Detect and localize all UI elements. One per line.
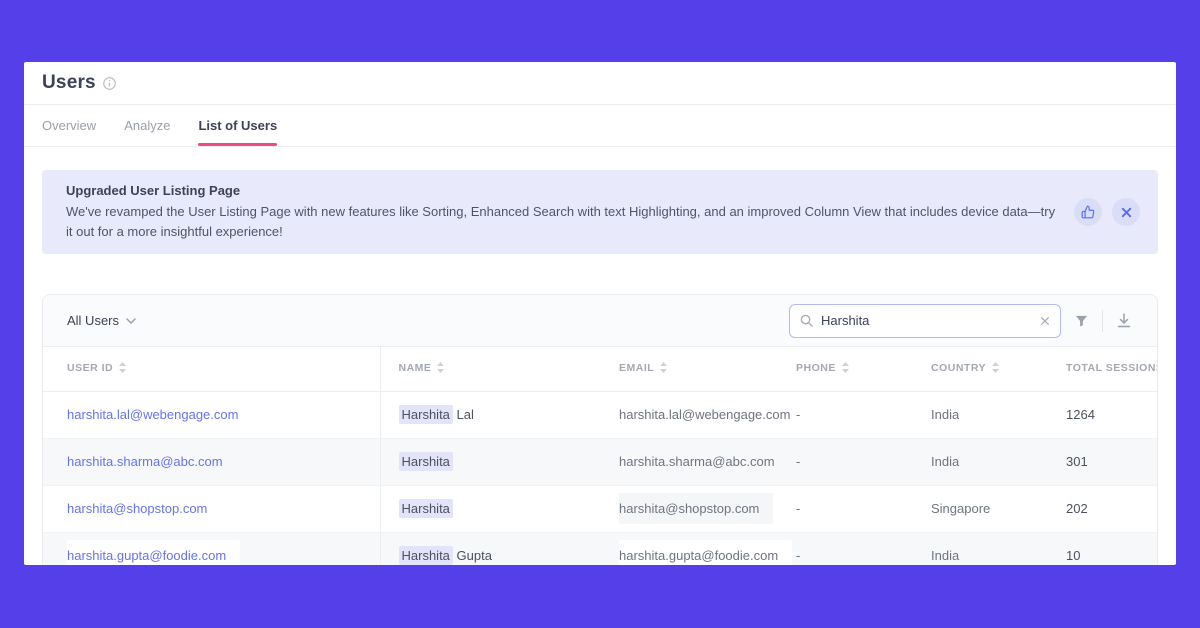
table-row: harshita.lal@webengage.com Harshita Lal … — [43, 391, 1157, 438]
column-header-total-sessions[interactable]: TOTAL SESSIONS — [1066, 347, 1157, 391]
phone-cell: - — [796, 438, 931, 485]
total-sessions-cell: 1264 — [1066, 391, 1157, 438]
tab-analyze[interactable]: Analyze — [124, 105, 170, 146]
email-value: harshita.gupta@foodie.com — [619, 540, 792, 565]
close-icon — [1121, 207, 1132, 218]
column-label: EMAIL — [619, 362, 654, 374]
country-cell: India — [931, 438, 1066, 485]
user-id-link[interactable]: harshita@shopstop.com — [67, 501, 207, 516]
users-table-panel: All Users — [42, 294, 1158, 565]
user-id-link[interactable]: harshita.lal@webengage.com — [67, 407, 238, 422]
thumbs-up-icon — [1081, 205, 1095, 219]
download-button[interactable] — [1111, 307, 1137, 334]
toolbar-divider — [1102, 310, 1103, 332]
segment-dropdown[interactable]: All Users — [67, 313, 136, 328]
tab-list-of-users-label: List of Users — [198, 118, 277, 133]
table-row: harshita.sharma@abc.com Harshita harshit… — [43, 438, 1157, 485]
column-header-name[interactable]: NAME — [380, 347, 600, 391]
total-sessions-cell: 10 — [1066, 532, 1157, 565]
filter-icon — [1075, 315, 1088, 327]
column-label: COUNTRY — [931, 362, 986, 374]
user-id-link[interactable]: harshita.gupta@foodie.com — [67, 548, 226, 563]
name-cell: Harshita — [380, 438, 600, 485]
country-cell: India — [931, 391, 1066, 438]
table-header-row: USER ID NAME EMAIL PHONE COUNTRY — [43, 347, 1157, 391]
search-box — [789, 304, 1061, 338]
sort-icon — [118, 361, 127, 377]
tab-bar: Overview Analyze List of Users — [24, 105, 1176, 147]
tab-overview-label: Overview — [42, 118, 96, 133]
banner-title: Upgraded User Listing Page — [66, 183, 1058, 198]
column-label: NAME — [399, 362, 432, 374]
sort-icon — [991, 361, 1000, 377]
users-page-card: Users Overview Analyze List of Users Upg… — [24, 62, 1176, 565]
segment-dropdown-label: All Users — [67, 313, 119, 328]
column-label: TOTAL SESSIONS — [1066, 362, 1158, 374]
toolbar-right — [789, 304, 1137, 338]
name-rest: Lal — [453, 407, 474, 422]
search-input[interactable] — [821, 313, 1032, 328]
column-header-user-id[interactable]: USER ID — [43, 347, 380, 391]
users-table: USER ID NAME EMAIL PHONE COUNTRY — [43, 347, 1157, 565]
tab-list-of-users[interactable]: List of Users — [198, 105, 277, 146]
banner-text-block: Upgraded User Listing Page We've revampe… — [66, 183, 1058, 241]
email-cell: harshita.lal@webengage.com — [600, 391, 796, 438]
name-cell: Harshita Gupta — [380, 532, 600, 565]
banner-message: We've revamped the User Listing Page wit… — [66, 202, 1058, 241]
country-cell: India — [931, 532, 1066, 565]
download-icon — [1117, 313, 1131, 328]
thumbs-up-button[interactable] — [1074, 198, 1102, 226]
search-highlight: Harshita — [399, 405, 453, 424]
search-highlight: Harshita — [399, 546, 453, 565]
name-cell: Harshita Lal — [380, 391, 600, 438]
table-row: harshita@shopstop.com Harshita harshita@… — [43, 485, 1157, 532]
search-highlight: Harshita — [399, 452, 453, 471]
user-id-patch: harshita.gupta@foodie.com — [67, 540, 240, 565]
sort-icon — [436, 361, 445, 377]
email-cell: harshita.gupta@foodie.com — [600, 532, 796, 565]
banner-close-button[interactable] — [1112, 198, 1140, 226]
name-rest: Gupta — [453, 548, 492, 563]
email-value: harshita@shopstop.com — [619, 493, 773, 524]
chevron-down-icon — [126, 318, 136, 324]
page-header: Users — [24, 62, 1176, 105]
table-toolbar: All Users — [43, 295, 1157, 347]
column-label: USER ID — [67, 362, 113, 374]
name-cell: Harshita — [380, 485, 600, 532]
user-id-link[interactable]: harshita.sharma@abc.com — [67, 454, 223, 469]
info-icon[interactable] — [103, 77, 116, 90]
search-highlight: Harshita — [399, 499, 453, 518]
column-label: PHONE — [796, 362, 836, 374]
phone-cell: - — [796, 485, 931, 532]
total-sessions-cell: 202 — [1066, 485, 1157, 532]
search-icon — [800, 314, 813, 327]
banner-actions — [1074, 198, 1140, 226]
tab-overview[interactable]: Overview — [42, 105, 96, 146]
table-row: harshita.gupta@foodie.com Harshita Gupta… — [43, 532, 1157, 565]
total-sessions-cell: 301 — [1066, 438, 1157, 485]
clear-search-icon[interactable] — [1040, 316, 1050, 326]
tab-analyze-label: Analyze — [124, 118, 170, 133]
phone-cell: - — [796, 391, 931, 438]
announcement-banner: Upgraded User Listing Page We've revampe… — [42, 170, 1158, 254]
country-cell: Singapore — [931, 485, 1066, 532]
column-header-email[interactable]: EMAIL — [600, 347, 796, 391]
email-cell: harshita.sharma@abc.com — [600, 438, 796, 485]
sort-icon — [841, 361, 850, 377]
column-header-phone[interactable]: PHONE — [796, 347, 931, 391]
filter-button[interactable] — [1069, 309, 1094, 333]
page-title: Users — [42, 72, 96, 94]
phone-cell: - — [796, 532, 931, 565]
column-header-country[interactable]: COUNTRY — [931, 347, 1066, 391]
sort-icon — [659, 361, 668, 377]
email-cell: harshita@shopstop.com — [600, 485, 796, 532]
